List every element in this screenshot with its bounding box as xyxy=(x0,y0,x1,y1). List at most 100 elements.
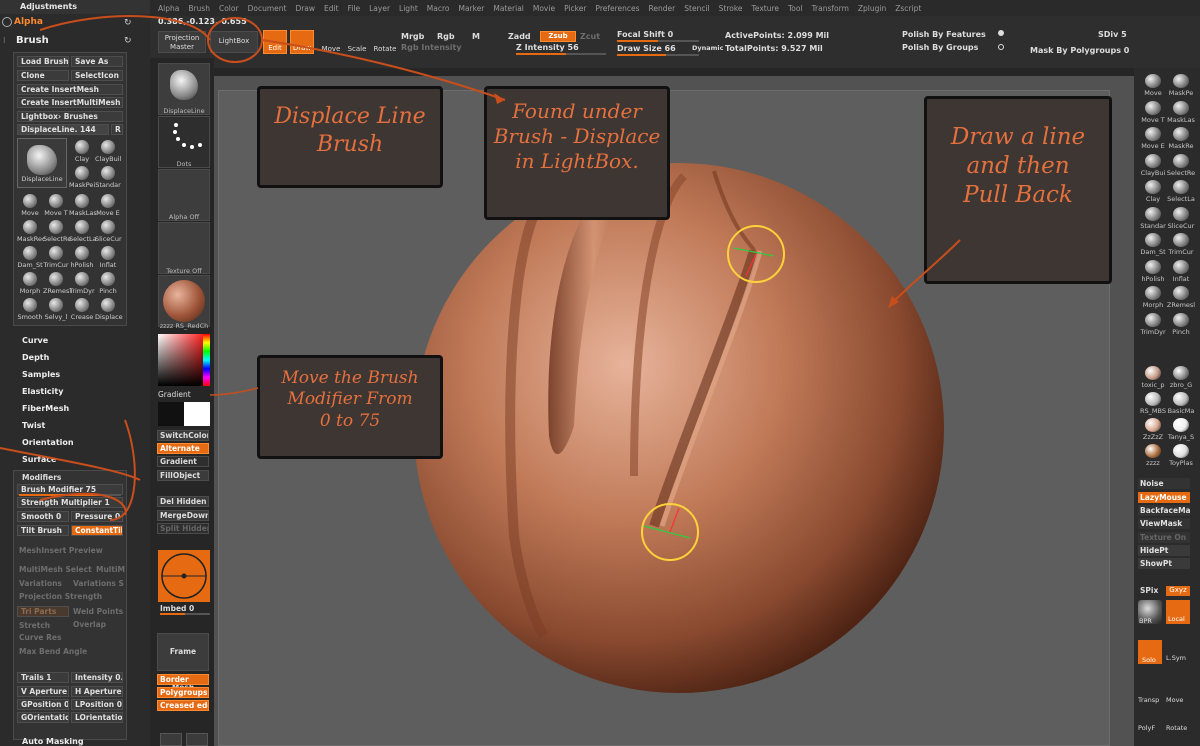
material-tanya-s[interactable]: Tanya_S xyxy=(1166,418,1196,444)
right-brush-claybui[interactable]: ClayBui xyxy=(1138,153,1168,180)
strength-multiplier-slider[interactable]: Strength Multiplier 1 xyxy=(17,497,123,508)
weld-points-toggle[interactable]: Weld Points xyxy=(73,607,123,616)
secondary-color-swatch[interactable] xyxy=(184,402,210,426)
menu-transform[interactable]: Transform xyxy=(812,4,849,13)
select-icon-button[interactable]: SelectIcon xyxy=(71,70,123,81)
smooth-slider[interactable]: Smooth 0 xyxy=(17,511,69,522)
tilt-brush-toggle[interactable]: Tilt Brush xyxy=(17,525,69,536)
brush-standar[interactable]: Standar xyxy=(95,164,121,192)
backface-mask-toggle[interactable]: BackfaceMas xyxy=(1138,505,1190,516)
menu-preferences[interactable]: Preferences xyxy=(595,4,639,13)
brush-selvy-l[interactable]: Selvy_l xyxy=(43,296,69,324)
right-brush-morph[interactable]: Morph xyxy=(1138,286,1168,312)
multimesh-select[interactable]: MultiMesh Select xyxy=(19,565,92,574)
lightbox-brushes-button[interactable]: Lightbox› Brushes xyxy=(17,111,123,122)
menu-layer[interactable]: Layer xyxy=(369,4,390,13)
spix-slider[interactable]: SPix xyxy=(1140,586,1158,595)
brush-trimcur[interactable]: TrimCur xyxy=(43,244,69,272)
merge-down-button[interactable]: MergeDown xyxy=(157,510,209,521)
viewmask-toggle[interactable]: ViewMask xyxy=(1138,518,1190,529)
right-brush-hpolish[interactable]: hPolish xyxy=(1138,259,1168,286)
rgb-intensity-slider[interactable]: Rgb Intensity xyxy=(401,43,462,52)
m-button[interactable]: M xyxy=(472,32,480,41)
polish-by-features-slider[interactable]: Polish By Features xyxy=(902,30,986,39)
hue-strip[interactable] xyxy=(203,334,210,386)
gxyz-toggle[interactable]: Gxyz xyxy=(1166,586,1190,596)
v-aperture-slider[interactable]: V Aperture xyxy=(17,686,69,697)
modifiers-title[interactable]: Modifiers xyxy=(22,473,61,482)
lightbox-button[interactable]: LightBox xyxy=(210,31,258,53)
menu-zscript[interactable]: Zscript xyxy=(895,4,921,13)
menu-light[interactable]: Light xyxy=(399,4,418,13)
brush-move[interactable]: Move xyxy=(17,192,43,220)
auto-masking-section[interactable]: Auto Masking xyxy=(22,737,84,746)
material-zbro-g[interactable]: zbro_G xyxy=(1166,366,1196,392)
refresh-brush-icon[interactable]: ↻ xyxy=(124,36,132,46)
brush-displace[interactable]: Displace xyxy=(95,296,123,324)
brush-selectre[interactable]: SelectRe xyxy=(43,218,71,246)
brush-claybuil[interactable]: ClayBuil xyxy=(95,138,121,166)
right-brush-zremesl[interactable]: ZRemesl xyxy=(1166,286,1196,312)
brush-pinch[interactable]: Pinch xyxy=(95,270,121,298)
section-depth[interactable]: Depth xyxy=(22,353,49,362)
menu-edit[interactable]: Edit xyxy=(324,4,339,13)
brush-crease[interactable]: Crease xyxy=(69,296,95,324)
section-surface[interactable]: Surface xyxy=(22,455,56,464)
overlap-toggle[interactable]: Overlap xyxy=(73,620,106,629)
menu-stroke[interactable]: Stroke xyxy=(719,4,743,13)
brush-smooth[interactable]: Smooth xyxy=(17,296,43,324)
right-brush-inflat[interactable]: Inflat xyxy=(1166,259,1196,286)
switch-color-button[interactable]: SwitchColor xyxy=(157,430,209,441)
rgb-button[interactable]: Rgb xyxy=(437,32,455,41)
right-brush-maskre[interactable]: MaskRe xyxy=(1166,127,1196,153)
menu-document[interactable]: Document xyxy=(248,4,287,13)
polyf-button[interactable]: PolyF xyxy=(1138,710,1162,734)
zsub-button[interactable]: Zsub xyxy=(540,31,576,42)
right-brush-selectla[interactable]: SelectLa xyxy=(1166,180,1196,206)
menu-zplugin[interactable]: Zplugin xyxy=(858,4,886,13)
search-icon[interactable] xyxy=(186,733,208,746)
rotate-view-button[interactable]: Rotate xyxy=(1166,710,1190,734)
mask-by-polygroups-slider[interactable]: Mask By Polygroups 0 xyxy=(1030,46,1129,55)
right-brush-trimdyr[interactable]: TrimDyr xyxy=(1138,312,1168,339)
stretch-toggle[interactable]: Stretch xyxy=(19,621,50,630)
adjustments-header[interactable]: Adjustments xyxy=(0,0,150,14)
lorientation-slider[interactable]: LOrientation xyxy=(71,712,123,723)
transp-button[interactable]: Transp xyxy=(1138,682,1162,706)
menu-picker[interactable]: Picker xyxy=(564,4,586,13)
brush-move-e[interactable]: Move E xyxy=(95,192,121,220)
right-brush-clay[interactable]: Clay xyxy=(1138,180,1168,206)
menu-material[interactable]: Material xyxy=(493,4,523,13)
right-brush-move-e[interactable]: Move E xyxy=(1138,127,1168,153)
right-brush-slicecur[interactable]: SliceCur xyxy=(1166,206,1196,233)
right-brush-move[interactable]: Move xyxy=(1138,74,1168,100)
menu-draw[interactable]: Draw xyxy=(295,4,315,13)
imbed-slider[interactable]: Imbed 0 xyxy=(160,604,194,613)
menu-alpha[interactable]: Alpha xyxy=(158,4,179,13)
right-brush-trimcur[interactable]: TrimCur xyxy=(1166,233,1196,259)
brush-move-t[interactable]: Move T xyxy=(43,192,69,220)
intensity-slider[interactable]: Intensity 0. xyxy=(71,672,123,683)
material-toxic-p[interactable]: toxic_p xyxy=(1138,366,1168,392)
projection-master-button[interactable]: Projection Master xyxy=(158,31,206,53)
menu-movie[interactable]: Movie xyxy=(533,4,555,13)
brush-hpolish[interactable]: hPolish xyxy=(69,244,95,272)
menu-color[interactable]: Color xyxy=(219,4,239,13)
meshinsert-preview[interactable]: MeshInsert Preview xyxy=(19,546,103,555)
section-orientation[interactable]: Orientation xyxy=(22,438,74,447)
sdiv-slider[interactable]: SDiv 5 xyxy=(1098,30,1127,39)
material-rs-mbs[interactable]: RS_MBS xyxy=(1138,392,1168,418)
menu-marker[interactable]: Marker xyxy=(458,4,484,13)
brush-maskpei[interactable]: MaskPei xyxy=(69,164,95,192)
brush-masklas[interactable]: MaskLas xyxy=(69,192,97,220)
lsym-button[interactable]: L.Sym xyxy=(1166,640,1190,664)
focal-shift-slider[interactable]: Focal Shift 0 xyxy=(617,30,673,39)
r-button[interactable]: R xyxy=(111,124,123,135)
brush-maskrec[interactable]: MaskRec xyxy=(17,218,46,246)
drag-handle-icon[interactable]: ⁝ xyxy=(3,36,6,45)
constant-tilt-toggle[interactable]: ConstantTilt xyxy=(71,525,123,536)
draw-size-slider[interactable]: Draw Size 66 xyxy=(617,44,676,53)
material-toyplas[interactable]: ToyPlas xyxy=(1166,444,1196,470)
polygroups-toggle[interactable]: Polygroups xyxy=(157,687,209,698)
zadd-button[interactable]: Zadd xyxy=(508,32,531,41)
